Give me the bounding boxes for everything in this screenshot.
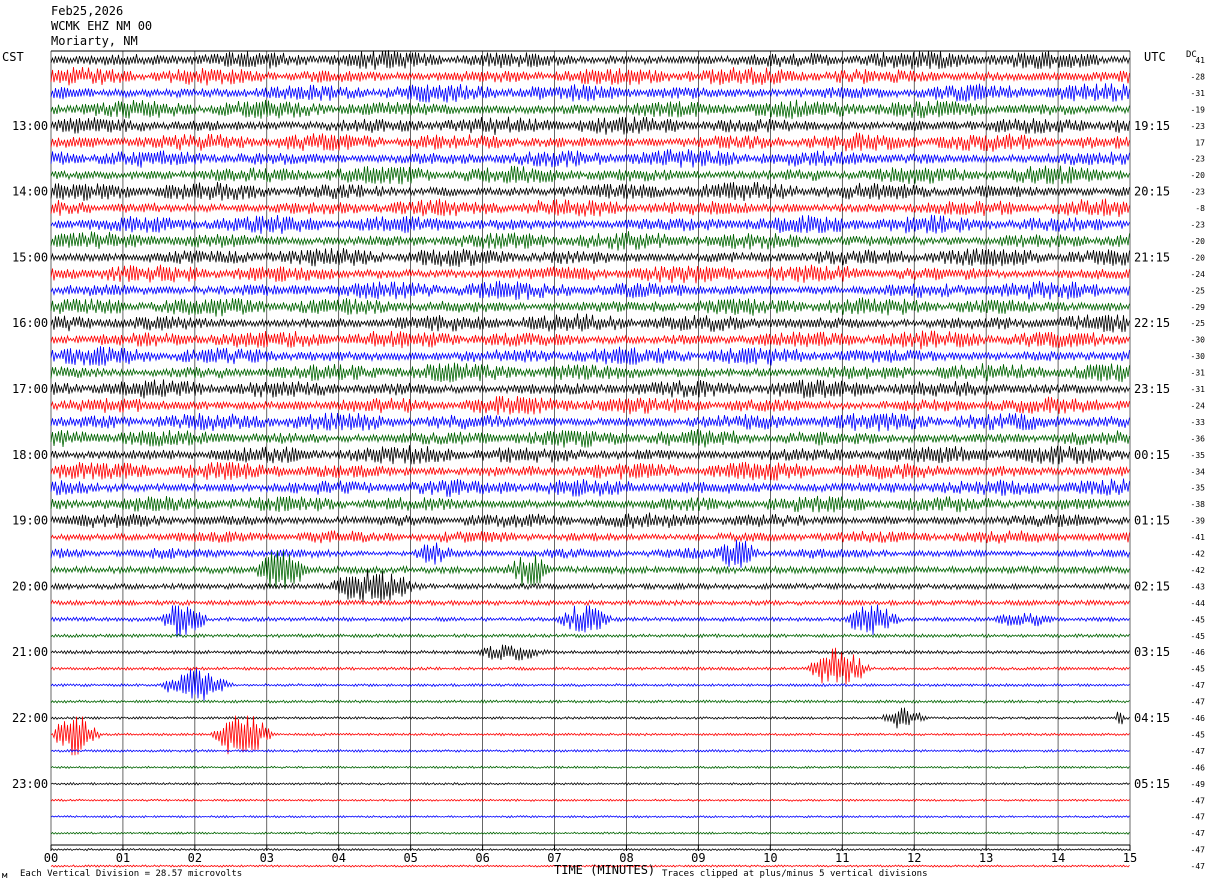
dc-offset-value: -36 (1191, 434, 1206, 443)
dc-offset-value: -46 (1191, 763, 1206, 772)
corner-mark: м (2, 871, 8, 881)
dc-offset-value: -20 (1191, 171, 1206, 180)
dc-offset-value: -20 (1191, 253, 1206, 262)
dc-offset-value: -23 (1191, 188, 1206, 197)
dc-offset-value: -34 (1191, 467, 1206, 476)
header-location: Moriarty, NM (51, 34, 138, 48)
dc-offset-value: -30 (1191, 352, 1206, 361)
x-axis-label: TIME (MINUTES) (554, 863, 655, 877)
dc-offset-value: -47 (1191, 862, 1206, 871)
header-date: Feb25,2026 (51, 4, 123, 18)
left-hour-label: 15:00 (12, 250, 48, 264)
division-note: Each Vertical Division = 28.57 microvolt… (20, 869, 242, 879)
right-timezone-label: UTC (1144, 50, 1166, 64)
dc-offset-value: -35 (1191, 451, 1206, 460)
dc-offset-value: -23 (1191, 122, 1206, 131)
x-tick-label: 09 (691, 851, 705, 865)
left-timezone-label: CST (2, 50, 24, 64)
header-station: WCMK EHZ NM 00 (51, 19, 152, 33)
dc-offset-value: -35 (1191, 484, 1206, 493)
clipped-note: Traces clipped at plus/minus 5 vertical … (662, 869, 928, 879)
dc-offset-value: -42 (1191, 566, 1206, 575)
dc-offset-value: -42 (1191, 550, 1206, 559)
dc-offset-value: -33 (1191, 418, 1206, 427)
dc-offset-value: -47 (1191, 698, 1206, 707)
dc-offset-value: -31 (1191, 385, 1206, 394)
left-hour-label: 14:00 (12, 185, 48, 199)
dc-offset-value: 17 (1195, 138, 1205, 147)
dc-offset-value: -45 (1191, 632, 1206, 641)
dc-offset-value: -30 (1191, 336, 1206, 345)
dc-offset-value: -45 (1191, 730, 1206, 739)
right-hour-label: 19:15 (1134, 119, 1170, 133)
x-tick-label: 12 (907, 851, 921, 865)
dc-offset-value: -8 (1195, 204, 1205, 213)
left-hour-label: 19:00 (12, 514, 48, 528)
dc-offset-value: -28 (1191, 72, 1206, 81)
left-hour-label: 22:00 (12, 711, 48, 725)
x-tick-label: 05 (403, 851, 417, 865)
dc-offset-value: -29 (1191, 303, 1206, 312)
dc-offset-value: -49 (1191, 780, 1206, 789)
right-hour-label: 05:15 (1134, 777, 1170, 791)
x-tick-label: 01 (116, 851, 130, 865)
right-hour-label: 03:15 (1134, 645, 1170, 659)
dc-offset-value: -47 (1191, 796, 1206, 805)
left-hour-label: 21:00 (12, 645, 48, 659)
dc-offset-value: -43 (1191, 582, 1206, 591)
chart-background (0, 0, 1210, 886)
dc-offset-value: -41 (1191, 533, 1206, 542)
left-hour-label: 23:00 (12, 777, 48, 791)
dc-offset-value: -25 (1191, 319, 1206, 328)
right-hour-label: 22:15 (1134, 316, 1170, 330)
x-tick-label: 06 (475, 851, 489, 865)
dc-offset-value: -47 (1191, 681, 1206, 690)
x-tick-label: 00 (44, 851, 58, 865)
dc-offset-value: -45 (1191, 665, 1206, 674)
left-hour-label: 16:00 (12, 316, 48, 330)
dc-offset-value: -39 (1191, 517, 1206, 526)
right-hour-label: 23:15 (1134, 382, 1170, 396)
dc-offset-value: -23 (1191, 155, 1206, 164)
x-tick-label: 11 (835, 851, 849, 865)
x-tick-label: 04 (332, 851, 346, 865)
dc-offset-value: -47 (1191, 846, 1206, 855)
dc-offset-value: -31 (1191, 369, 1206, 378)
dc-offset-value: -38 (1191, 500, 1206, 509)
x-tick-label: 10 (763, 851, 777, 865)
left-hour-label: 17:00 (12, 382, 48, 396)
dc-offset-value: -47 (1191, 813, 1206, 822)
dc-offset-value: -45 (1191, 615, 1206, 624)
dc-offset-value: -47 (1191, 747, 1206, 756)
right-hour-label: 21:15 (1134, 250, 1170, 264)
dc-offset-value: -31 (1191, 89, 1206, 98)
dc-offset-value: -23 (1191, 221, 1206, 230)
dc-offset-value: -44 (1191, 599, 1206, 608)
x-tick-label: 14 (1051, 851, 1065, 865)
dc-offset-value: 41 (1195, 56, 1205, 65)
dc-offset-value: -24 (1191, 401, 1206, 410)
right-hour-label: 01:15 (1134, 514, 1170, 528)
helicorder-chart: Feb25,2026 WCMK EHZ NM 00 Moriarty, NM C… (0, 0, 1210, 886)
x-tick-label: 13 (979, 851, 993, 865)
dc-offset-value: -20 (1191, 237, 1206, 246)
left-hour-label: 18:00 (12, 448, 48, 462)
x-tick-label: 02 (188, 851, 202, 865)
left-hour-label: 20:00 (12, 579, 48, 593)
dc-offset-value: -46 (1191, 648, 1206, 657)
x-tick-label: 03 (260, 851, 274, 865)
right-hour-label: 04:15 (1134, 711, 1170, 725)
dc-offset-value: -19 (1191, 105, 1206, 114)
x-tick-label: 15 (1123, 851, 1137, 865)
dc-offset-value: -24 (1191, 270, 1206, 279)
right-hour-label: 20:15 (1134, 185, 1170, 199)
left-hour-label: 13:00 (12, 119, 48, 133)
right-hour-label: 02:15 (1134, 579, 1170, 593)
dc-offset-value: -46 (1191, 714, 1206, 723)
dc-offset-value: -47 (1191, 829, 1206, 838)
dc-offset-value: -25 (1191, 286, 1206, 295)
right-hour-label: 00:15 (1134, 448, 1170, 462)
